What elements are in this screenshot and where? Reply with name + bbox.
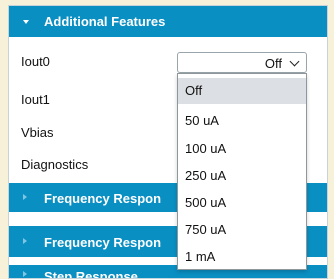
additional-features-panel: Additional Features Iout0 Iout1 Vbias Di…	[8, 5, 328, 279]
iout0-select-value: Off	[264, 56, 282, 71]
section-title: Additional Features	[44, 14, 166, 29]
additional-features-header[interactable]: Additional Features	[9, 6, 327, 37]
caret-right-icon	[23, 238, 27, 244]
option-1ma[interactable]: 1 mA	[178, 244, 306, 270]
vbias-label: Vbias	[21, 125, 54, 140]
caret-down-icon	[23, 20, 29, 24]
option-100ua[interactable]: 100 uA	[178, 136, 306, 162]
option-off[interactable]: Off	[178, 78, 306, 104]
caret-right-icon	[23, 271, 27, 277]
option-500ua[interactable]: 500 uA	[178, 190, 306, 216]
section-title: Step Response	[44, 269, 138, 279]
caret-right-icon	[23, 194, 27, 200]
chevron-down-icon	[289, 56, 300, 67]
iout0-dropdown-list: Off 50 uA 100 uA 250 uA 500 uA 750 uA 1 …	[177, 73, 307, 270]
section-title: Frequency Respon	[44, 191, 162, 206]
section-title: Frequency Respon	[44, 235, 162, 250]
option-50ua[interactable]: 50 uA	[178, 108, 306, 134]
diagnostics-label: Diagnostics	[21, 157, 89, 172]
option-750ua[interactable]: 750 uA	[178, 217, 306, 243]
iout1-label: Iout1	[21, 92, 50, 107]
option-250ua[interactable]: 250 uA	[178, 163, 306, 189]
iout0-label: Iout0	[21, 54, 50, 69]
iout0-select[interactable]: Off	[177, 52, 307, 73]
